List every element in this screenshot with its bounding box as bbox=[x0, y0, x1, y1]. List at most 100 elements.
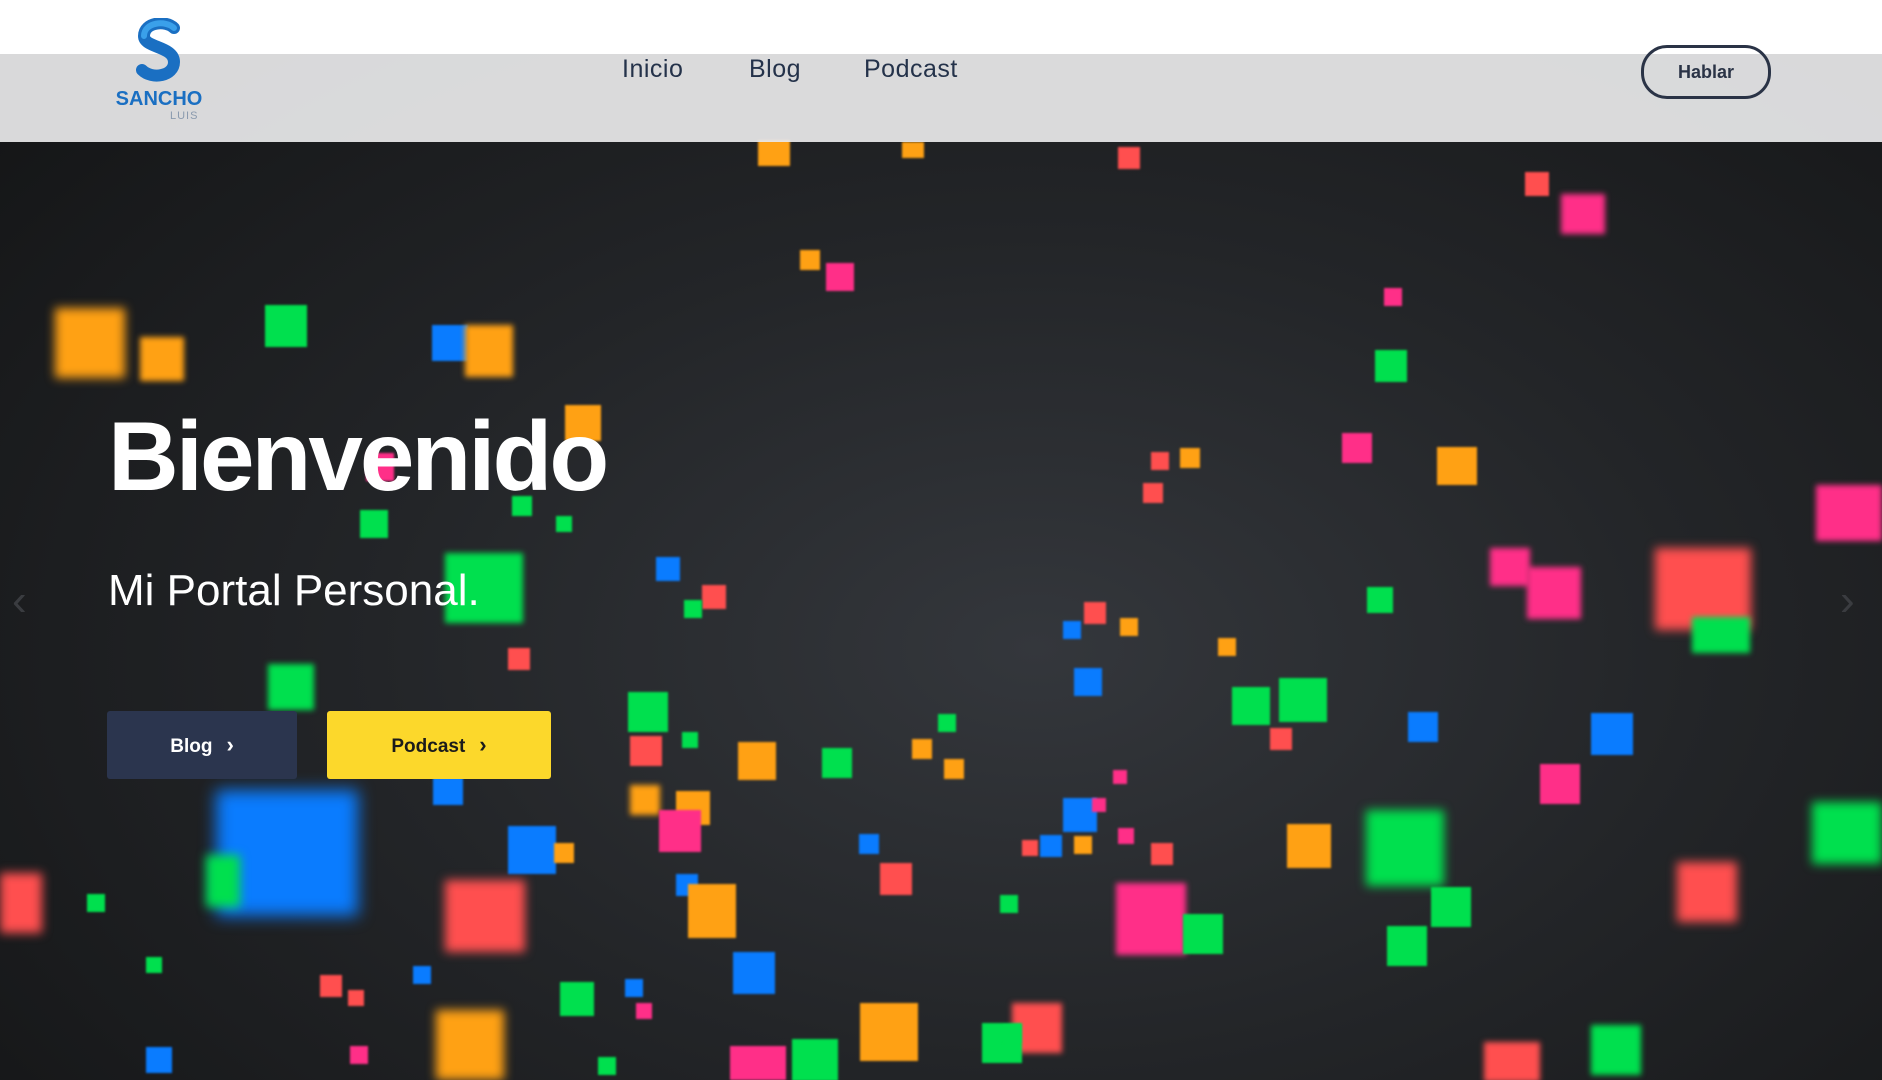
confetti-square bbox=[628, 692, 668, 732]
confetti-square bbox=[822, 748, 852, 778]
confetti-square bbox=[738, 742, 776, 780]
confetti-square bbox=[350, 1046, 368, 1064]
confetti-square bbox=[146, 1047, 172, 1073]
confetti-square bbox=[1084, 602, 1106, 624]
confetti-square bbox=[1116, 883, 1186, 955]
confetti-square bbox=[465, 325, 513, 377]
confetti-square bbox=[758, 140, 790, 166]
hero-blog-label: Blog bbox=[170, 736, 213, 757]
confetti-square bbox=[140, 337, 184, 381]
confetti-square bbox=[1279, 678, 1327, 722]
confetti-square bbox=[636, 1003, 652, 1019]
confetti-square bbox=[508, 826, 556, 874]
confetti-square bbox=[880, 863, 912, 895]
confetti-square bbox=[1218, 638, 1236, 656]
confetti-square bbox=[1591, 1025, 1641, 1075]
confetti-square bbox=[826, 263, 854, 291]
confetti-square bbox=[55, 308, 125, 378]
nav-item-blog[interactable]: Blog bbox=[749, 55, 801, 84]
confetti-square bbox=[560, 982, 594, 1016]
confetti-square bbox=[682, 732, 698, 748]
confetti-square bbox=[1437, 447, 1477, 485]
confetti-square bbox=[206, 855, 240, 907]
confetti-square bbox=[0, 873, 42, 933]
confetti-square bbox=[1677, 862, 1737, 922]
hablar-button[interactable]: Hablar bbox=[1641, 45, 1771, 99]
confetti-square bbox=[556, 516, 572, 532]
confetti-square bbox=[656, 557, 680, 581]
hero-podcast-button[interactable]: Podcast › bbox=[327, 711, 551, 779]
logo-name: SANCHO bbox=[115, 88, 203, 110]
nav-item-inicio[interactable]: Inicio bbox=[622, 55, 683, 84]
confetti-square bbox=[1287, 824, 1331, 868]
confetti-square bbox=[1003, 1025, 1021, 1043]
hero-section: Bienvenido Mi Portal Personal. Blog › Pod… bbox=[0, 0, 1882, 1080]
confetti-square bbox=[146, 957, 162, 973]
confetti-square bbox=[684, 600, 702, 618]
confetti-square bbox=[268, 664, 314, 710]
hero-title: Bienvenido bbox=[108, 401, 609, 511]
confetti-square bbox=[445, 880, 525, 952]
confetti-square bbox=[1384, 288, 1402, 306]
confetti-square bbox=[1490, 548, 1530, 586]
confetti-square bbox=[433, 775, 463, 805]
logo-s-icon bbox=[136, 18, 181, 82]
confetti-square bbox=[265, 305, 307, 347]
logo-subtitle: LUIS bbox=[170, 110, 199, 122]
chevron-right-icon: › bbox=[226, 732, 234, 757]
confetti-square bbox=[1232, 687, 1270, 725]
confetti-square bbox=[1040, 835, 1062, 857]
confetti-square bbox=[1118, 828, 1134, 844]
confetti-square bbox=[860, 1003, 918, 1061]
confetti-square bbox=[1591, 713, 1633, 755]
confetti-square bbox=[944, 759, 964, 779]
confetti-square bbox=[733, 952, 775, 994]
confetti-square bbox=[554, 843, 574, 863]
confetti-square bbox=[320, 975, 342, 997]
confetti-square bbox=[87, 894, 105, 912]
confetti-square bbox=[1000, 895, 1018, 913]
confetti-square bbox=[436, 1010, 504, 1080]
top-strip bbox=[0, 0, 1882, 54]
hero-blog-button[interactable]: Blog › bbox=[107, 711, 297, 779]
confetti-square bbox=[1113, 770, 1127, 784]
confetti-square bbox=[859, 834, 879, 854]
confetti-square bbox=[1812, 802, 1882, 864]
chevron-left-icon[interactable]: ‹ bbox=[12, 576, 27, 626]
nav-item-podcast[interactable]: Podcast bbox=[864, 55, 958, 84]
confetti-square bbox=[1816, 485, 1882, 541]
confetti-square bbox=[1367, 587, 1393, 613]
confetti-square bbox=[1561, 194, 1605, 234]
chevron-right-icon[interactable]: › bbox=[1840, 576, 1855, 626]
confetti-square bbox=[1074, 668, 1102, 696]
confetti-square bbox=[1180, 448, 1200, 468]
confetti-square bbox=[938, 714, 956, 732]
confetti-square bbox=[1074, 836, 1092, 854]
confetti-square bbox=[348, 990, 364, 1006]
confetti-square bbox=[1118, 147, 1140, 169]
confetti-square bbox=[1143, 483, 1163, 503]
chevron-right-icon: › bbox=[479, 732, 487, 757]
confetti-square bbox=[1092, 798, 1106, 812]
confetti-square bbox=[1151, 843, 1173, 865]
confetti-square bbox=[1408, 712, 1438, 742]
confetti-square bbox=[1525, 172, 1549, 196]
confetti-square bbox=[1431, 887, 1471, 927]
confetti-square bbox=[1387, 926, 1427, 966]
confetti-square bbox=[912, 739, 932, 759]
confetti-square bbox=[1540, 764, 1580, 804]
confetti-square bbox=[1022, 840, 1038, 856]
logo[interactable]: SANCHO LUIS bbox=[112, 18, 212, 128]
confetti-square bbox=[1692, 617, 1750, 653]
confetti-square bbox=[902, 142, 924, 158]
confetti-square bbox=[432, 325, 468, 361]
confetti-square bbox=[1527, 567, 1581, 619]
confetti-square bbox=[598, 1057, 616, 1075]
confetti-square bbox=[1484, 1042, 1540, 1080]
confetti-square bbox=[792, 1039, 838, 1080]
confetti-square bbox=[659, 810, 701, 852]
confetti-square bbox=[1366, 810, 1444, 886]
confetti-square bbox=[1342, 433, 1372, 463]
confetti-square bbox=[800, 250, 820, 270]
confetti-square bbox=[508, 648, 530, 670]
